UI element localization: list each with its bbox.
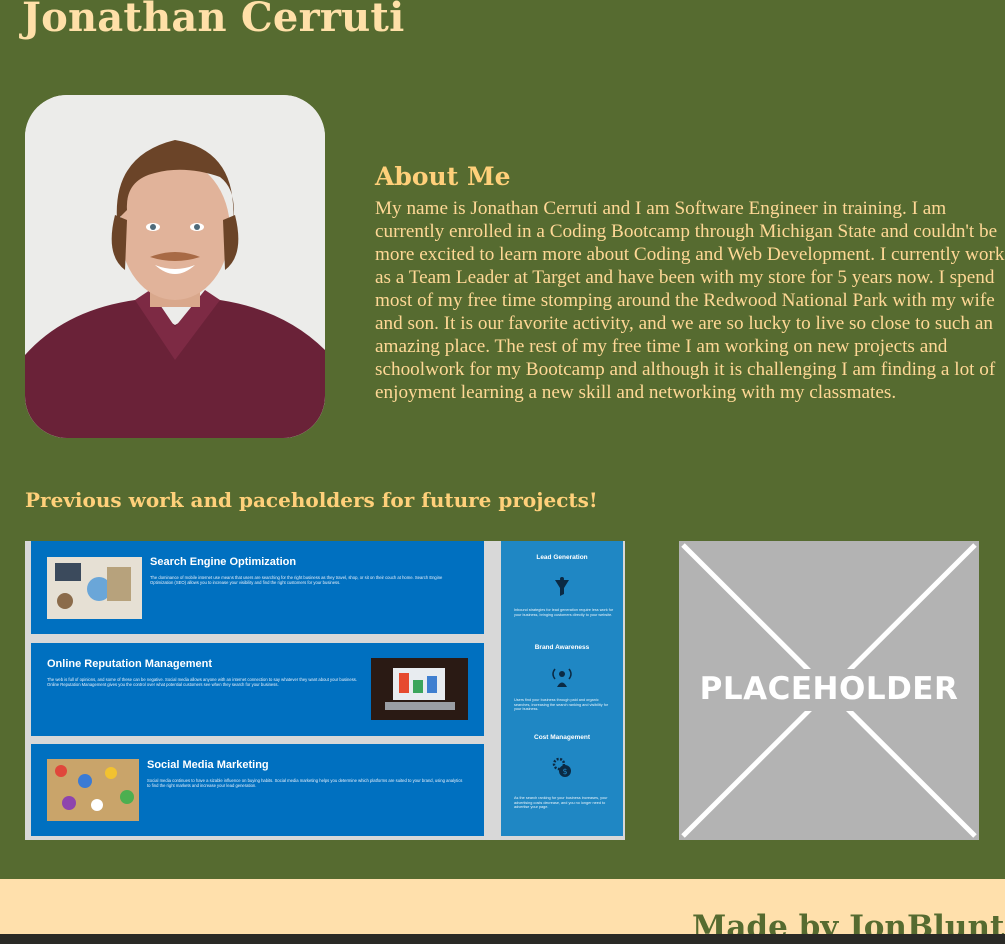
site-title: Jonathan Cerruti	[22, 0, 405, 41]
project-placeholder[interactable]: PLACEHOLDER	[679, 541, 979, 840]
service-desc: The dominance of mobile internet use mea…	[150, 575, 443, 585]
svg-text:$: $	[562, 767, 567, 776]
about-text: My name is Jonathan Cerruti and I am Sof…	[375, 198, 1005, 403]
service-desc: The web is full of opinions, and some of…	[47, 677, 358, 687]
placeholder-label: PLACEHOLDER	[699, 671, 959, 707]
broadcast-person-icon	[552, 668, 572, 687]
gear-coin-icon: $	[552, 757, 571, 777]
seo-thumbnail	[47, 557, 142, 619]
benefit-title: Cost Management	[534, 734, 590, 741]
benefit-desc: Users find your business through paid an…	[514, 698, 609, 712]
orm-thumbnail	[371, 658, 468, 720]
service-title: Social Media Marketing	[147, 759, 269, 771]
service-title: Online Reputation Management	[47, 658, 213, 670]
about-heading: About Me	[375, 162, 511, 191]
benefit-title: Brand Awareness	[534, 644, 590, 651]
benefit-desc: As the search ranking for your business …	[514, 796, 608, 810]
work-heading: Previous work and paceholders for future…	[25, 488, 598, 512]
benefits-column: Lead Generation Inbound strategies for l…	[501, 541, 623, 836]
service-panel-orm: Online Reputation Management The web is …	[31, 643, 484, 736]
benefit-title: Lead Generation	[536, 554, 588, 561]
profile-photo	[25, 95, 325, 438]
project-seo-screenshot[interactable]: Search Engine Optimization The dominance…	[25, 541, 625, 840]
funnel-icon	[555, 577, 569, 596]
service-title: Search Engine Optimization	[150, 556, 297, 568]
service-panel-smm: Social Media Marketing Social media cont…	[31, 744, 484, 836]
service-desc: Social media continues to have a sizable…	[147, 778, 463, 788]
bottom-bar	[0, 934, 1005, 944]
benefit-desc: Inbound strategies for lead generation r…	[514, 608, 614, 617]
service-panel-seo: Search Engine Optimization The dominance…	[31, 541, 484, 634]
smm-thumbnail	[47, 759, 139, 821]
